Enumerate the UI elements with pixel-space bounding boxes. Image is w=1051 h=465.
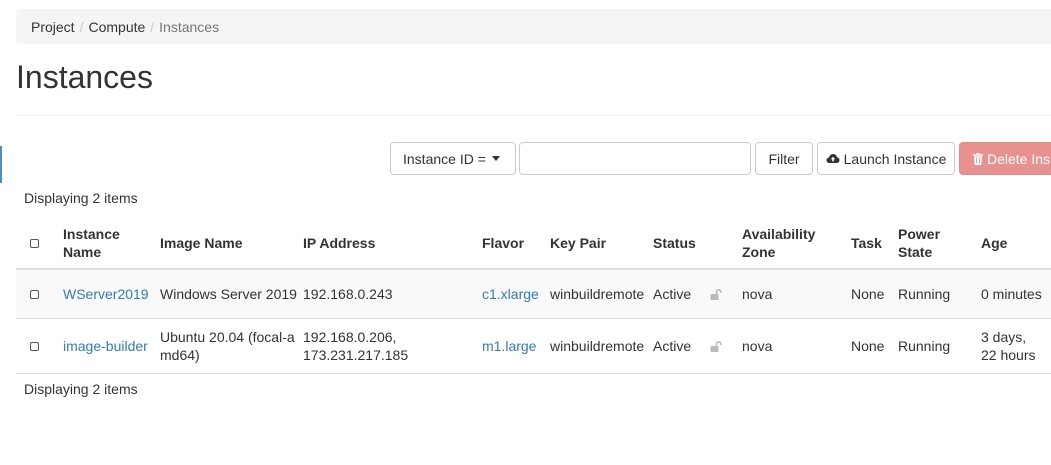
row-checkbox-cell [30,270,39,318]
select-all-checkbox-cell [30,218,39,268]
breadcrumb-project[interactable]: Project [31,19,75,35]
delete-instances-button[interactable]: Delete Ins [959,142,1051,175]
header-text: Name [63,244,102,260]
ip-address: 192.168.0.206, 173.231.217.185 [303,319,408,373]
column-header-task[interactable]: Task [851,218,882,268]
status: Active [653,286,692,302]
column-header-status[interactable]: Status [653,218,696,268]
sidebar-edge [0,146,2,183]
header-text: State [898,244,933,260]
breadcrumb-separator: / [150,18,155,35]
age-line: 3 days, [981,329,1027,345]
breadcrumb-compute[interactable]: Compute [88,19,145,35]
age-line: 22 hours [981,347,1036,363]
power-state: Running [898,286,951,302]
ip-address: 192.168.0.243 [303,286,393,302]
breadcrumb-separator: / [79,18,84,35]
image-name: Windows Server 2019 [160,286,297,302]
availability-zone: nova [742,286,773,302]
image-name-line: md64) [160,347,200,363]
header-text: Availability [742,226,816,242]
breadcrumb-current: Instances [159,18,220,35]
status: Active [653,338,692,354]
title-divider [16,115,1051,116]
filter-button-label: Filter [768,150,800,167]
instance-name-link[interactable]: image-builder [63,319,148,373]
age: 3 days, 22 hours [981,319,1035,373]
availability-zone: nova [742,338,773,354]
age: 0 minutes [981,286,1042,302]
header-text: Instance [63,226,120,242]
power-state: Running [898,338,951,354]
column-header-availability-zone[interactable]: Availability Zone [742,218,815,268]
row-checkbox[interactable] [30,341,39,351]
trash-icon [973,152,983,165]
item-count-footer: Displaying 2 items [24,381,138,397]
ip-address-line: 173.231.217.185 [303,347,409,363]
column-header-power-state[interactable]: Power State [898,218,940,268]
column-header-flavor[interactable]: Flavor [482,218,524,268]
filter-field-label: Instance ID = [403,150,486,167]
filter-button[interactable]: Filter [755,142,813,175]
flavor-link[interactable]: m1.large [482,319,536,373]
item-count: Displaying 2 items [24,190,138,206]
filter-field-select[interactable]: Instance ID = [390,142,516,175]
column-header-ip-address[interactable]: IP Address [303,218,375,268]
row-checkbox-cell [30,319,39,373]
launch-instance-button[interactable]: Launch Instance [817,142,955,175]
key-pair: winbuildremote [550,286,645,302]
launch-instance-label: Launch Instance [843,150,947,167]
caret-down-icon [491,156,500,161]
image-name-line: Ubuntu 20.04 (focal-a [160,329,295,345]
table-row: image-builder Ubuntu 20.04 (focal-a md64)… [16,319,1051,374]
header-text: Zone [742,244,776,260]
instance-name-link[interactable]: WServer2019 [63,270,149,318]
select-all-checkbox[interactable] [30,238,39,248]
unlock-icon [710,270,722,318]
breadcrumb: Project / Compute / Instances [16,9,1051,44]
column-header-image-name[interactable]: Image Name [160,218,242,268]
table-header: Instance Name Image Name IP Address Flavo… [16,218,1051,270]
column-header-instance-name[interactable]: Instance Name [63,218,120,268]
unlock-icon [710,319,722,373]
task: None [851,338,885,354]
key-pair: winbuildremote [550,338,645,354]
row-checkbox[interactable] [30,289,39,299]
page-title: Instances [16,59,153,95]
task: None [851,286,885,302]
table-row: WServer2019 Windows Server 2019 192.168.… [16,270,1051,319]
ip-address-line: 192.168.0.206, [303,329,397,345]
column-header-age[interactable]: Age [981,218,1007,268]
column-header-key-pair[interactable]: Key Pair [550,218,606,268]
flavor-link[interactable]: c1.xlarge [482,270,539,318]
cloud-upload-icon [826,154,840,163]
filter-input[interactable] [519,142,751,175]
delete-instances-label: Delete Ins [987,150,1051,167]
header-text: Power [898,226,941,242]
image-name: Ubuntu 20.04 (focal-a md64) [160,319,295,373]
